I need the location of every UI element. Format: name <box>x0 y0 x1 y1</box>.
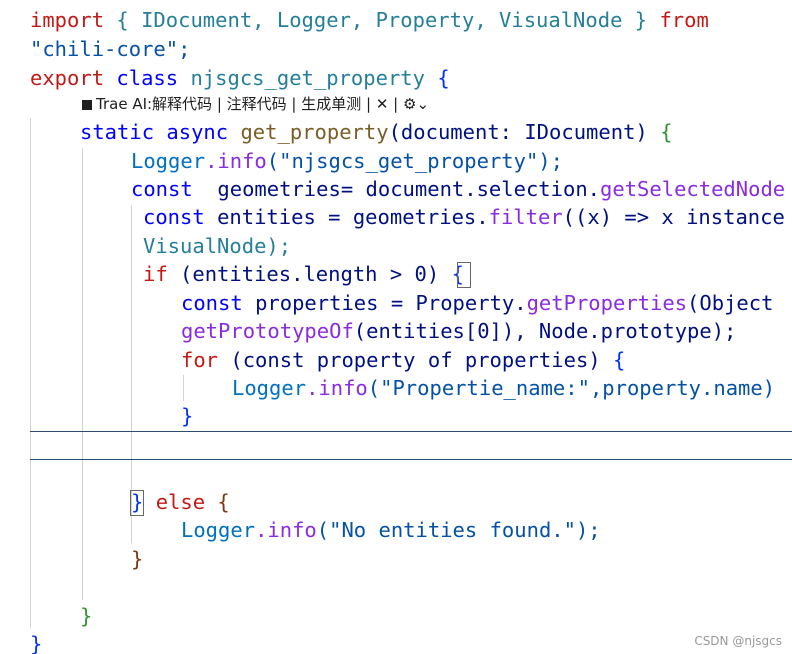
params: (document: IDocument) <box>388 120 648 144</box>
brace: { <box>660 120 673 144</box>
code-line: import { IDocument, Logger, Property, Vi… <box>30 6 709 34</box>
code-line: Logger.info("No entities found."); <box>181 516 601 544</box>
code-line: const entities = geometries.filter((x) =… <box>143 203 785 231</box>
codelens-actions[interactable]: Trae AI:解释代码 | 注释代码 | 生成单测 | ✕ | <box>96 95 398 113</box>
logger-ref: Logger <box>131 149 206 173</box>
expr: (entities[0]), Node.prototype); <box>353 319 737 343</box>
info-call: .info <box>205 149 267 173</box>
method-call: getProperties <box>526 291 688 315</box>
else-keyword: else <box>155 490 206 514</box>
loop-head: (const property of properties) <box>230 348 601 372</box>
watermark: CSDN @njsgcs <box>694 634 782 648</box>
if-keyword: if <box>143 262 168 286</box>
info-call: .info <box>255 518 317 542</box>
const-keyword: const <box>131 177 193 201</box>
async-keyword: async <box>166 120 229 144</box>
for-keyword: for <box>181 348 219 372</box>
indent-guide <box>183 375 184 401</box>
type-ref: VisualNode); <box>143 234 292 258</box>
code-line: Logger.info("njsgcs_get_property"); <box>131 147 563 175</box>
expr: = geometries. <box>315 205 489 229</box>
code-line: } else { <box>131 488 230 516</box>
code-line: Logger.info("Propertie_name:",property.n… <box>232 374 775 402</box>
brace: { <box>217 490 230 514</box>
expr: document.selection. <box>365 177 601 201</box>
variable: entities <box>217 205 316 229</box>
code-line: VisualNode); <box>143 232 291 260</box>
trae-codelens[interactable]: Trae AI:解释代码 | 注释代码 | 生成单测 | ✕ | ⚙⌄ <box>82 92 429 116</box>
expr: = Property. <box>378 291 527 315</box>
brace: } <box>80 604 93 628</box>
code-line: for (const property of properties) { <box>181 346 625 374</box>
chevron-down-icon[interactable]: ⌄ <box>416 95 429 113</box>
static-keyword: static <box>80 120 155 144</box>
variable: properties <box>255 291 379 315</box>
trae-icon <box>82 100 92 110</box>
code-line: } <box>80 602 92 630</box>
brace: { <box>437 66 450 90</box>
code-editor[interactable]: import { IDocument, Logger, Property, Vi… <box>0 0 792 654</box>
brace: } <box>131 547 144 571</box>
log-arg: ("No entities found."); <box>316 518 601 542</box>
logger-ref: Logger <box>232 376 307 400</box>
code-line: } <box>131 545 143 573</box>
export-keyword: export <box>30 66 105 90</box>
bracket-match-box <box>457 262 471 288</box>
indent-guide <box>30 118 31 628</box>
brace: } <box>181 404 194 428</box>
code-line: if (entities.length > 0) { <box>143 260 464 288</box>
ai-chat-icon[interactable]: ⚙ <box>398 95 416 113</box>
const-keyword: const <box>181 291 243 315</box>
code-line: "chili-core"; <box>30 35 190 63</box>
code-line: } <box>30 630 42 654</box>
current-line-bottom <box>30 459 792 460</box>
expr: ((x) => x instance <box>562 205 785 229</box>
import-keyword: import <box>30 8 105 32</box>
import-names: { IDocument, Logger, Property, VisualNod… <box>116 8 648 32</box>
code-line: static async get_property(document: IDoc… <box>80 118 672 146</box>
method-call: getSelectedNode <box>600 177 786 201</box>
module-string: "chili-core"; <box>30 37 191 61</box>
code-line: getPrototypeOf(entities[0]), Node.protot… <box>181 317 736 345</box>
bracket-match-box <box>130 490 144 516</box>
method-call: filter <box>488 205 563 229</box>
code-line: export class njsgcs_get_property { <box>30 64 450 92</box>
variable: geometries= <box>217 177 354 201</box>
code-line: const properties = Property.getPropertie… <box>181 289 773 317</box>
brace: { <box>612 348 626 372</box>
function-name: get_property <box>240 120 389 144</box>
class-keyword: class <box>116 66 179 90</box>
brace: } <box>30 632 43 654</box>
expr: (Object <box>687 291 774 315</box>
logger-ref: Logger <box>181 518 256 542</box>
class-name: njsgcs_get_property <box>190 66 425 90</box>
code-line: const geometries= document.selection.get… <box>131 175 785 203</box>
info-call: .info <box>306 376 368 400</box>
from-keyword: from <box>659 8 709 32</box>
method-call: getPrototypeOf <box>181 319 354 343</box>
indent-guide <box>82 148 83 600</box>
code-line: } <box>181 402 193 430</box>
current-line-top <box>30 431 792 432</box>
log-arg: ("njsgcs_get_property"); <box>266 149 563 173</box>
const-keyword: const <box>143 205 205 229</box>
log-arg: ("Propertie_name:",property.name) <box>367 376 776 400</box>
condition: (entities.length > 0) <box>180 262 440 286</box>
